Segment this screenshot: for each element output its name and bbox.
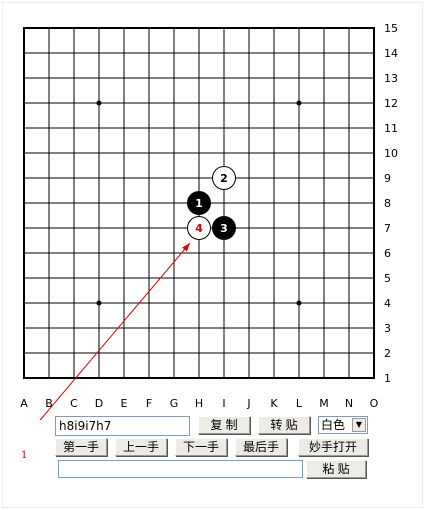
column-label: J [246,397,250,410]
row-label: 6 [384,247,391,260]
stone-number: 4 [195,222,203,235]
row-label: 9 [384,172,391,185]
column-label: F [146,397,152,410]
row-label: 11 [384,122,398,135]
column-label: N [345,397,353,410]
row-label: 8 [384,197,391,210]
row-label: 15 [384,22,398,35]
copy-button[interactable]: 复 制 [198,416,250,434]
column-label: L [296,397,303,410]
column-label: B [45,397,53,410]
row-label: 13 [384,72,398,85]
column-label: E [121,397,128,410]
star-point [96,300,102,306]
row-label: 1 [384,372,391,385]
chevron-down-icon[interactable]: ▼ [352,418,366,432]
column-label: O [370,397,379,410]
move-counter: 1 [21,450,28,461]
paste-button[interactable]: 粘 贴 [306,460,366,478]
row-label: 2 [384,347,391,360]
row-label: 14 [384,47,398,60]
stone-number: 2 [220,172,228,185]
column-label: A [20,397,28,410]
last-move-button[interactable]: 最后手 [235,438,287,456]
star-point [296,100,302,106]
row-label: 12 [384,97,398,110]
paste-input[interactable] [58,460,303,478]
open-button[interactable]: 妙手打开 [298,438,368,456]
star-point [96,100,102,106]
first-move-button[interactable]: 第一手 [55,438,107,456]
row-label: 5 [384,272,391,285]
stone-number: 3 [220,222,228,235]
record-input[interactable] [55,416,190,436]
column-label: M [319,397,329,410]
star-point [296,300,302,306]
row-label: 7 [384,222,391,235]
column-label: I [222,397,225,410]
column-label: C [70,397,78,410]
row-label: 10 [384,147,398,160]
gomoku-board[interactable]: 123456789101112131415A B C D E F G H I J K L M N O1234 [0,0,425,420]
color-select[interactable]: 白色 ▼ [318,416,368,434]
row-label: 3 [384,322,391,335]
prev-move-button[interactable]: 上一手 [115,438,167,456]
move-arrow [39,242,191,420]
column-label: D [95,397,103,410]
column-label: G [170,397,179,410]
row-label: 4 [384,297,391,310]
color-select-value: 白色 [321,418,346,432]
convert-button[interactable]: 转 贴 [258,416,310,434]
column-label: H [195,397,203,410]
stone-number: 1 [195,197,203,210]
column-label: K [270,397,278,410]
next-move-button[interactable]: 下一手 [175,438,227,456]
